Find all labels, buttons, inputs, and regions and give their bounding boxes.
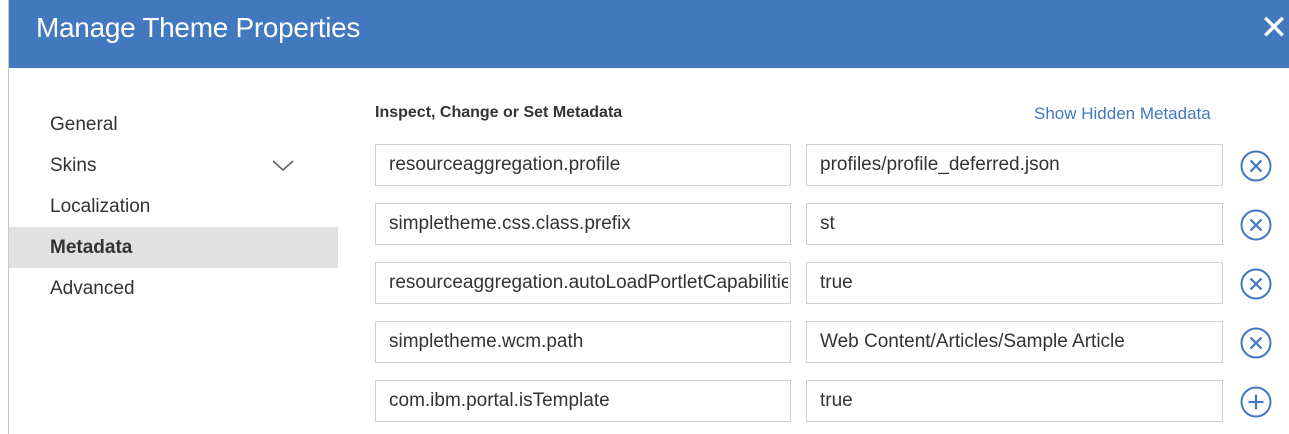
add-circle-icon[interactable]	[1239, 385, 1273, 419]
metadata-value-input[interactable]	[806, 380, 1223, 422]
metadata-key-input[interactable]	[375, 203, 791, 245]
sidebar-item-general[interactable]: General	[9, 104, 338, 145]
remove-circle-icon[interactable]	[1239, 208, 1273, 242]
dialog-header: Manage Theme Properties ✕	[9, 0, 1289, 68]
metadata-row	[9, 203, 1289, 247]
remove-circle-icon[interactable]	[1239, 267, 1273, 301]
show-hidden-metadata-link[interactable]: Show Hidden Metadata	[1034, 104, 1211, 124]
metadata-row	[9, 262, 1289, 306]
manage-theme-properties-dialog: Manage Theme Properties ✕ General Skins …	[8, 0, 1289, 434]
remove-circle-icon[interactable]	[1239, 326, 1273, 360]
metadata-value-input[interactable]	[806, 321, 1223, 363]
metadata-row	[9, 321, 1289, 365]
metadata-value-input[interactable]	[806, 203, 1223, 245]
metadata-value-input[interactable]	[806, 144, 1223, 186]
metadata-row	[9, 144, 1289, 188]
metadata-key-input[interactable]	[375, 321, 791, 363]
dialog-title: Manage Theme Properties	[36, 12, 361, 43]
metadata-key-input[interactable]	[375, 380, 791, 422]
metadata-key-input[interactable]	[375, 262, 791, 304]
sidebar-item-label: General	[50, 114, 118, 135]
section-label: Inspect, Change or Set Metadata	[375, 104, 623, 121]
close-icon[interactable]: ✕	[1259, 10, 1289, 46]
metadata-key-input[interactable]	[375, 144, 791, 186]
metadata-row	[9, 380, 1289, 424]
remove-circle-icon[interactable]	[1239, 149, 1273, 183]
metadata-value-input[interactable]	[806, 262, 1223, 304]
